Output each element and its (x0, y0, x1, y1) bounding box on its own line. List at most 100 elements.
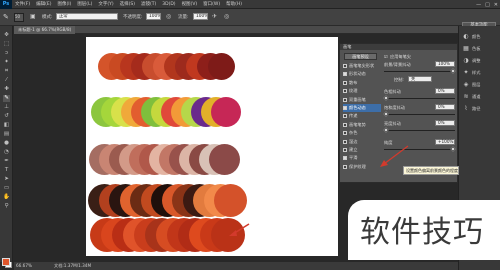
dock-label-channels[interactable]: 通道 (472, 94, 480, 100)
fg-bg-jitter-slider[interactable] (384, 68, 456, 74)
lasso-tool-icon[interactable]: ↄ (3, 50, 10, 57)
history-brush-tool-icon[interactable]: ↺ (3, 113, 10, 120)
brush-setting-item[interactable]: 纹理 (343, 87, 381, 95)
zoom-tool-icon[interactable]: ⚲ (3, 203, 10, 210)
close-button[interactable]: ✕ (494, 2, 498, 8)
brush-setting-item[interactable]: 颜色动态 (343, 104, 381, 112)
pen-tool-icon[interactable]: ✒ (3, 158, 10, 165)
brush-setting-item[interactable]: 散布 (343, 79, 381, 87)
marquee-tool-icon[interactable]: ⬚ (3, 41, 10, 48)
brush-setting-item[interactable]: 形状动态 (343, 70, 381, 78)
checkbox-unchecked[interactable] (343, 64, 347, 68)
eyedropper-tool-icon[interactable]: ⁄ (3, 77, 10, 84)
menu-image[interactable]: 图像(I) (54, 1, 74, 7)
checkbox-unchecked[interactable] (343, 164, 347, 169)
purity-input[interactable]: +100% (435, 139, 455, 145)
brush-setting-item[interactable]: 平滑 (343, 154, 381, 162)
document-tab[interactable]: 未标题-1 @ 66.7%(RGB/8) (14, 26, 76, 34)
brush-presets-button[interactable]: 画笔预设 (344, 53, 377, 60)
maximize-button[interactable]: □ (485, 2, 490, 8)
brush-panel-toggle-icon[interactable]: ▣ (30, 13, 36, 20)
healing-brush-tool-icon[interactable]: ✚ (3, 86, 10, 93)
control-select[interactable]: 关 (408, 76, 432, 82)
apply-per-tip-checkbox[interactable]: ☑ (384, 54, 388, 59)
checkbox-checked[interactable] (343, 72, 347, 77)
layers-panel-icon[interactable]: ◈ (461, 80, 471, 89)
checkbox-unchecked[interactable] (343, 114, 347, 119)
eraser-tool-icon[interactable]: ◧ (3, 122, 10, 129)
styles-panel-icon[interactable]: ✦ (461, 68, 471, 77)
hand-tool-icon[interactable]: ✋ (3, 194, 10, 201)
brush-setting-item[interactable]: 湿边 (343, 138, 381, 146)
dock-label-styles[interactable]: 样式 (472, 70, 480, 76)
fg-bg-jitter-input[interactable]: 100% (435, 61, 455, 67)
crop-tool-icon[interactable]: ⌗ (3, 68, 10, 75)
minimize-button[interactable]: — (476, 2, 481, 8)
checkbox-unchecked[interactable] (343, 131, 347, 136)
brightness-jitter-slider[interactable] (383, 127, 455, 133)
checkbox-unchecked[interactable] (343, 139, 347, 144)
menu-window[interactable]: 窗口(W) (200, 1, 223, 7)
adjustments-panel-icon[interactable]: ◑ (461, 56, 471, 65)
brush-tool-icon[interactable]: ✎ (3, 95, 10, 102)
menu-help[interactable]: 帮助(H) (223, 1, 245, 7)
brush-tool-icon[interactable]: ✎ (3, 13, 9, 21)
swatches-panel-icon[interactable]: ▦ (461, 44, 471, 53)
dodge-tool-icon[interactable]: ◔ (3, 149, 10, 156)
gradient-tool-icon[interactable]: ▤ (3, 131, 10, 138)
shape-tool-icon[interactable]: ▭ (3, 185, 10, 192)
menu-edit[interactable]: 编辑(E) (33, 1, 54, 7)
checkbox-unchecked[interactable] (343, 80, 347, 85)
menu-file[interactable]: 文件(F) (12, 1, 33, 7)
canvas[interactable] (86, 37, 338, 256)
clone-stamp-tool-icon[interactable]: ⊥ (3, 104, 10, 111)
pressure-size-icon[interactable]: ◎ (224, 13, 229, 20)
checkbox-checked[interactable] (343, 106, 347, 110)
flow-input[interactable]: 100% (193, 13, 208, 20)
pressure-opacity-icon[interactable]: ◎ (166, 13, 171, 20)
brush-setting-item[interactable]: 双重画笔 (343, 96, 381, 104)
checkbox-unchecked[interactable] (343, 97, 347, 102)
dock-label-swatches[interactable]: 色板 (472, 46, 480, 52)
checkbox-unchecked[interactable] (343, 148, 347, 152)
menu-layer[interactable]: 图层(L) (74, 1, 95, 7)
opacity-input[interactable]: 100% (146, 13, 161, 20)
dock-label-color[interactable]: 颜色 (472, 34, 480, 40)
brush-setting-item[interactable]: 杂色 (343, 129, 381, 137)
brush-setting-item[interactable]: 画笔笔尖形状 (343, 62, 381, 70)
paths-panel-icon[interactable]: ⌇ (461, 104, 471, 113)
dock-label-layers[interactable]: 图层 (472, 82, 480, 88)
menu-select[interactable]: 选择(S) (117, 1, 138, 7)
checkbox-unchecked[interactable] (343, 122, 347, 127)
color-panel-icon[interactable]: ◐ (461, 32, 471, 41)
hue-jitter-input[interactable]: 0% (435, 88, 455, 94)
saturation-jitter-input[interactable]: 0% (435, 104, 455, 110)
channels-panel-icon[interactable]: ≋ (461, 92, 471, 101)
path-selection-tool-icon[interactable]: ➤ (3, 176, 10, 183)
zoom-level[interactable]: 66.67% (16, 262, 32, 270)
brush-setting-item[interactable]: 传递 (343, 112, 381, 120)
foreground-color-swatch[interactable] (2, 258, 10, 266)
move-tool-icon[interactable]: ✥ (3, 32, 10, 39)
checkbox-unchecked[interactable] (343, 89, 347, 94)
saturation-jitter-slider[interactable] (383, 111, 455, 117)
checkbox-checked[interactable] (343, 156, 347, 161)
menu-3d[interactable]: 3D(D) (159, 2, 178, 7)
menu-filter[interactable]: 滤镜(T) (138, 1, 159, 7)
brush-panel-header[interactable]: 画笔 (340, 44, 457, 50)
brush-setting-item[interactable]: 建立 (343, 146, 381, 154)
blur-tool-icon[interactable]: ● (3, 140, 10, 147)
menu-view[interactable]: 视图(V) (179, 1, 201, 7)
menu-type[interactable]: 文字(Y) (95, 1, 116, 7)
brightness-jitter-input[interactable]: 0% (435, 120, 455, 126)
hue-jitter-slider[interactable] (383, 95, 455, 101)
quick-select-tool-icon[interactable]: ✦ (3, 59, 10, 66)
dock-label-adjustments[interactable]: 调整 (472, 58, 480, 64)
type-tool-icon[interactable]: T (3, 167, 10, 174)
dock-label-paths[interactable]: 路径 (472, 106, 480, 112)
airbrush-icon[interactable]: ✈ (212, 13, 217, 20)
brush-setting-item[interactable]: 画笔笔势 (343, 121, 381, 129)
mode-select[interactable]: 正常 (56, 13, 118, 20)
brush-setting-item[interactable]: 保护纹理 (343, 163, 381, 171)
brush-dab (208, 53, 235, 80)
